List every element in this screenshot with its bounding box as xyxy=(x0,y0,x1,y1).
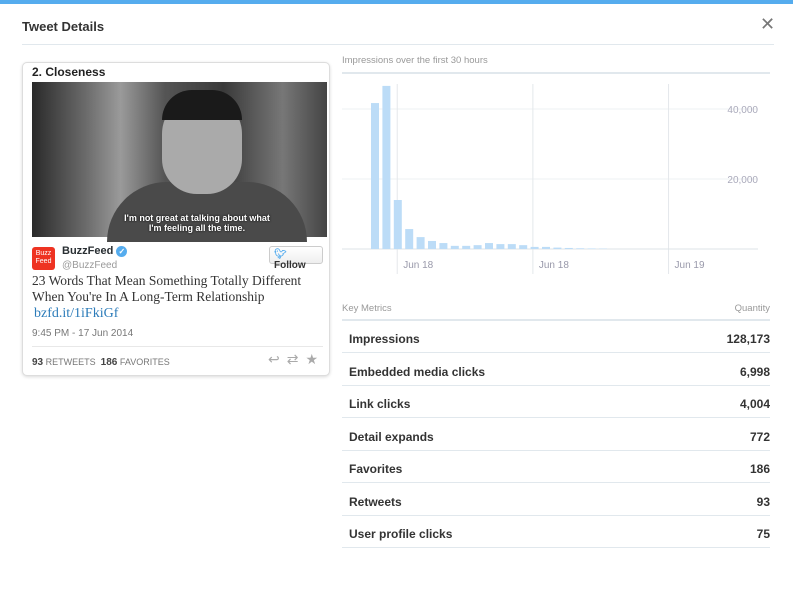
twitter-bird-icon: 🐦︎ xyxy=(274,249,287,260)
metrics-header: Key Metrics xyxy=(342,303,392,314)
bar xyxy=(519,245,528,249)
bar xyxy=(450,245,459,249)
metric-label: Detail expands xyxy=(349,429,434,444)
metric-value: 75 xyxy=(756,527,770,541)
close-icon[interactable]: ✕ xyxy=(760,14,775,35)
verified-icon: ✓ xyxy=(116,245,128,257)
bar xyxy=(439,243,448,249)
bar xyxy=(542,246,550,249)
favorite-count: 186 xyxy=(100,357,118,368)
buzzfeed-avatar[interactable]: Buzz Feed xyxy=(32,247,55,270)
user-handle[interactable]: @BuzzFeed xyxy=(62,260,117,271)
bar xyxy=(485,243,493,249)
bar xyxy=(496,244,505,249)
metric-label: User profile clicks xyxy=(349,527,453,541)
tweet-link[interactable]: bzfd.it/1iFkiGf xyxy=(34,306,118,322)
tweet-timestamp[interactable]: 9:45 PM - 17 Jun 2014 xyxy=(32,328,133,339)
bar xyxy=(382,85,391,250)
y-tick-label: 20,000 xyxy=(727,175,758,186)
x-tick-label: Jun 18 xyxy=(539,260,569,271)
tweet-card: 2. Closeness I'm not great at talking ab… xyxy=(22,62,330,376)
favorites-label: FAVORITES xyxy=(119,357,170,367)
tweet-heading: 2. Closeness xyxy=(32,65,106,79)
metric-value: 6,998 xyxy=(739,364,770,379)
metric-label: Retweets xyxy=(349,494,402,509)
tweet-text: 23 Words That Mean Something Totally Dif… xyxy=(32,273,302,304)
metric-row: User profile clicks 75 xyxy=(342,516,770,548)
user-name-text: BuzzFeed xyxy=(62,245,114,257)
metric-row: Embedded media clicks 6,998 xyxy=(342,354,770,386)
bar xyxy=(416,237,425,249)
bar xyxy=(587,248,596,249)
bar xyxy=(530,246,539,249)
y-tick-label: 40,000 xyxy=(727,105,758,116)
tweet-stats: 93 RETWEETS 186 FAVORITES xyxy=(32,357,170,368)
bar xyxy=(473,245,482,249)
tweet-actions: ↩ ⇄ ★ xyxy=(261,351,318,368)
reply-icon[interactable]: ↩ xyxy=(268,351,280,367)
metric-value: 128,173 xyxy=(726,332,770,346)
bar xyxy=(553,247,562,249)
tweet-image[interactable]: I'm not great at talking about what I'm … xyxy=(32,82,327,242)
bar xyxy=(371,103,379,249)
favorite-icon[interactable]: ★ xyxy=(305,351,318,367)
metric-value: 4,004 xyxy=(739,397,770,411)
retweets-label: RETWEETS xyxy=(45,357,96,367)
metric-row: Favorites 186 xyxy=(342,451,770,483)
metric-row: Detail expands 772 xyxy=(342,419,770,451)
bar xyxy=(576,248,585,249)
metric-row: Retweets 93 xyxy=(342,484,770,516)
divider xyxy=(22,44,774,45)
divider xyxy=(32,346,323,347)
metric-value: 772 xyxy=(749,429,770,444)
user-name[interactable]: BuzzFeed ✓ xyxy=(62,245,128,257)
retweet-count: 93 xyxy=(32,357,44,368)
bar xyxy=(393,200,402,249)
follow-label: Follow xyxy=(274,260,306,271)
x-tick-label: Jun 19 xyxy=(675,260,705,271)
metric-row: Impressions 128,173 xyxy=(342,321,770,353)
bar xyxy=(462,245,471,249)
image-figure-hair xyxy=(162,90,242,120)
metric-label: Impressions xyxy=(349,332,420,346)
x-tick-label: Jun 18 xyxy=(403,260,433,271)
metric-label: Embedded media clicks xyxy=(349,364,486,379)
bar xyxy=(507,244,516,249)
metric-label: Link clicks xyxy=(349,397,411,411)
metric-value: 93 xyxy=(756,494,770,509)
retweet-icon[interactable]: ⇄ xyxy=(287,351,299,367)
impressions-chart: 20,000 40,000 Jun 18 Jun 18 Jun 19 xyxy=(342,84,758,274)
image-caption: I'm not great at talking about what I'm … xyxy=(124,213,270,233)
follow-button[interactable]: 🐦︎ Follow xyxy=(269,246,323,271)
bar xyxy=(428,240,436,249)
quantity-header: Quantity xyxy=(734,303,770,314)
metric-value: 186 xyxy=(749,462,770,476)
bar xyxy=(405,229,414,249)
metric-label: Favorites xyxy=(349,462,403,476)
metric-row: Link clicks 4,004 xyxy=(342,386,770,418)
chart-title: Impressions over the first 30 hours xyxy=(342,55,488,66)
modal-title: Tweet Details xyxy=(22,19,105,34)
bar xyxy=(564,247,573,249)
